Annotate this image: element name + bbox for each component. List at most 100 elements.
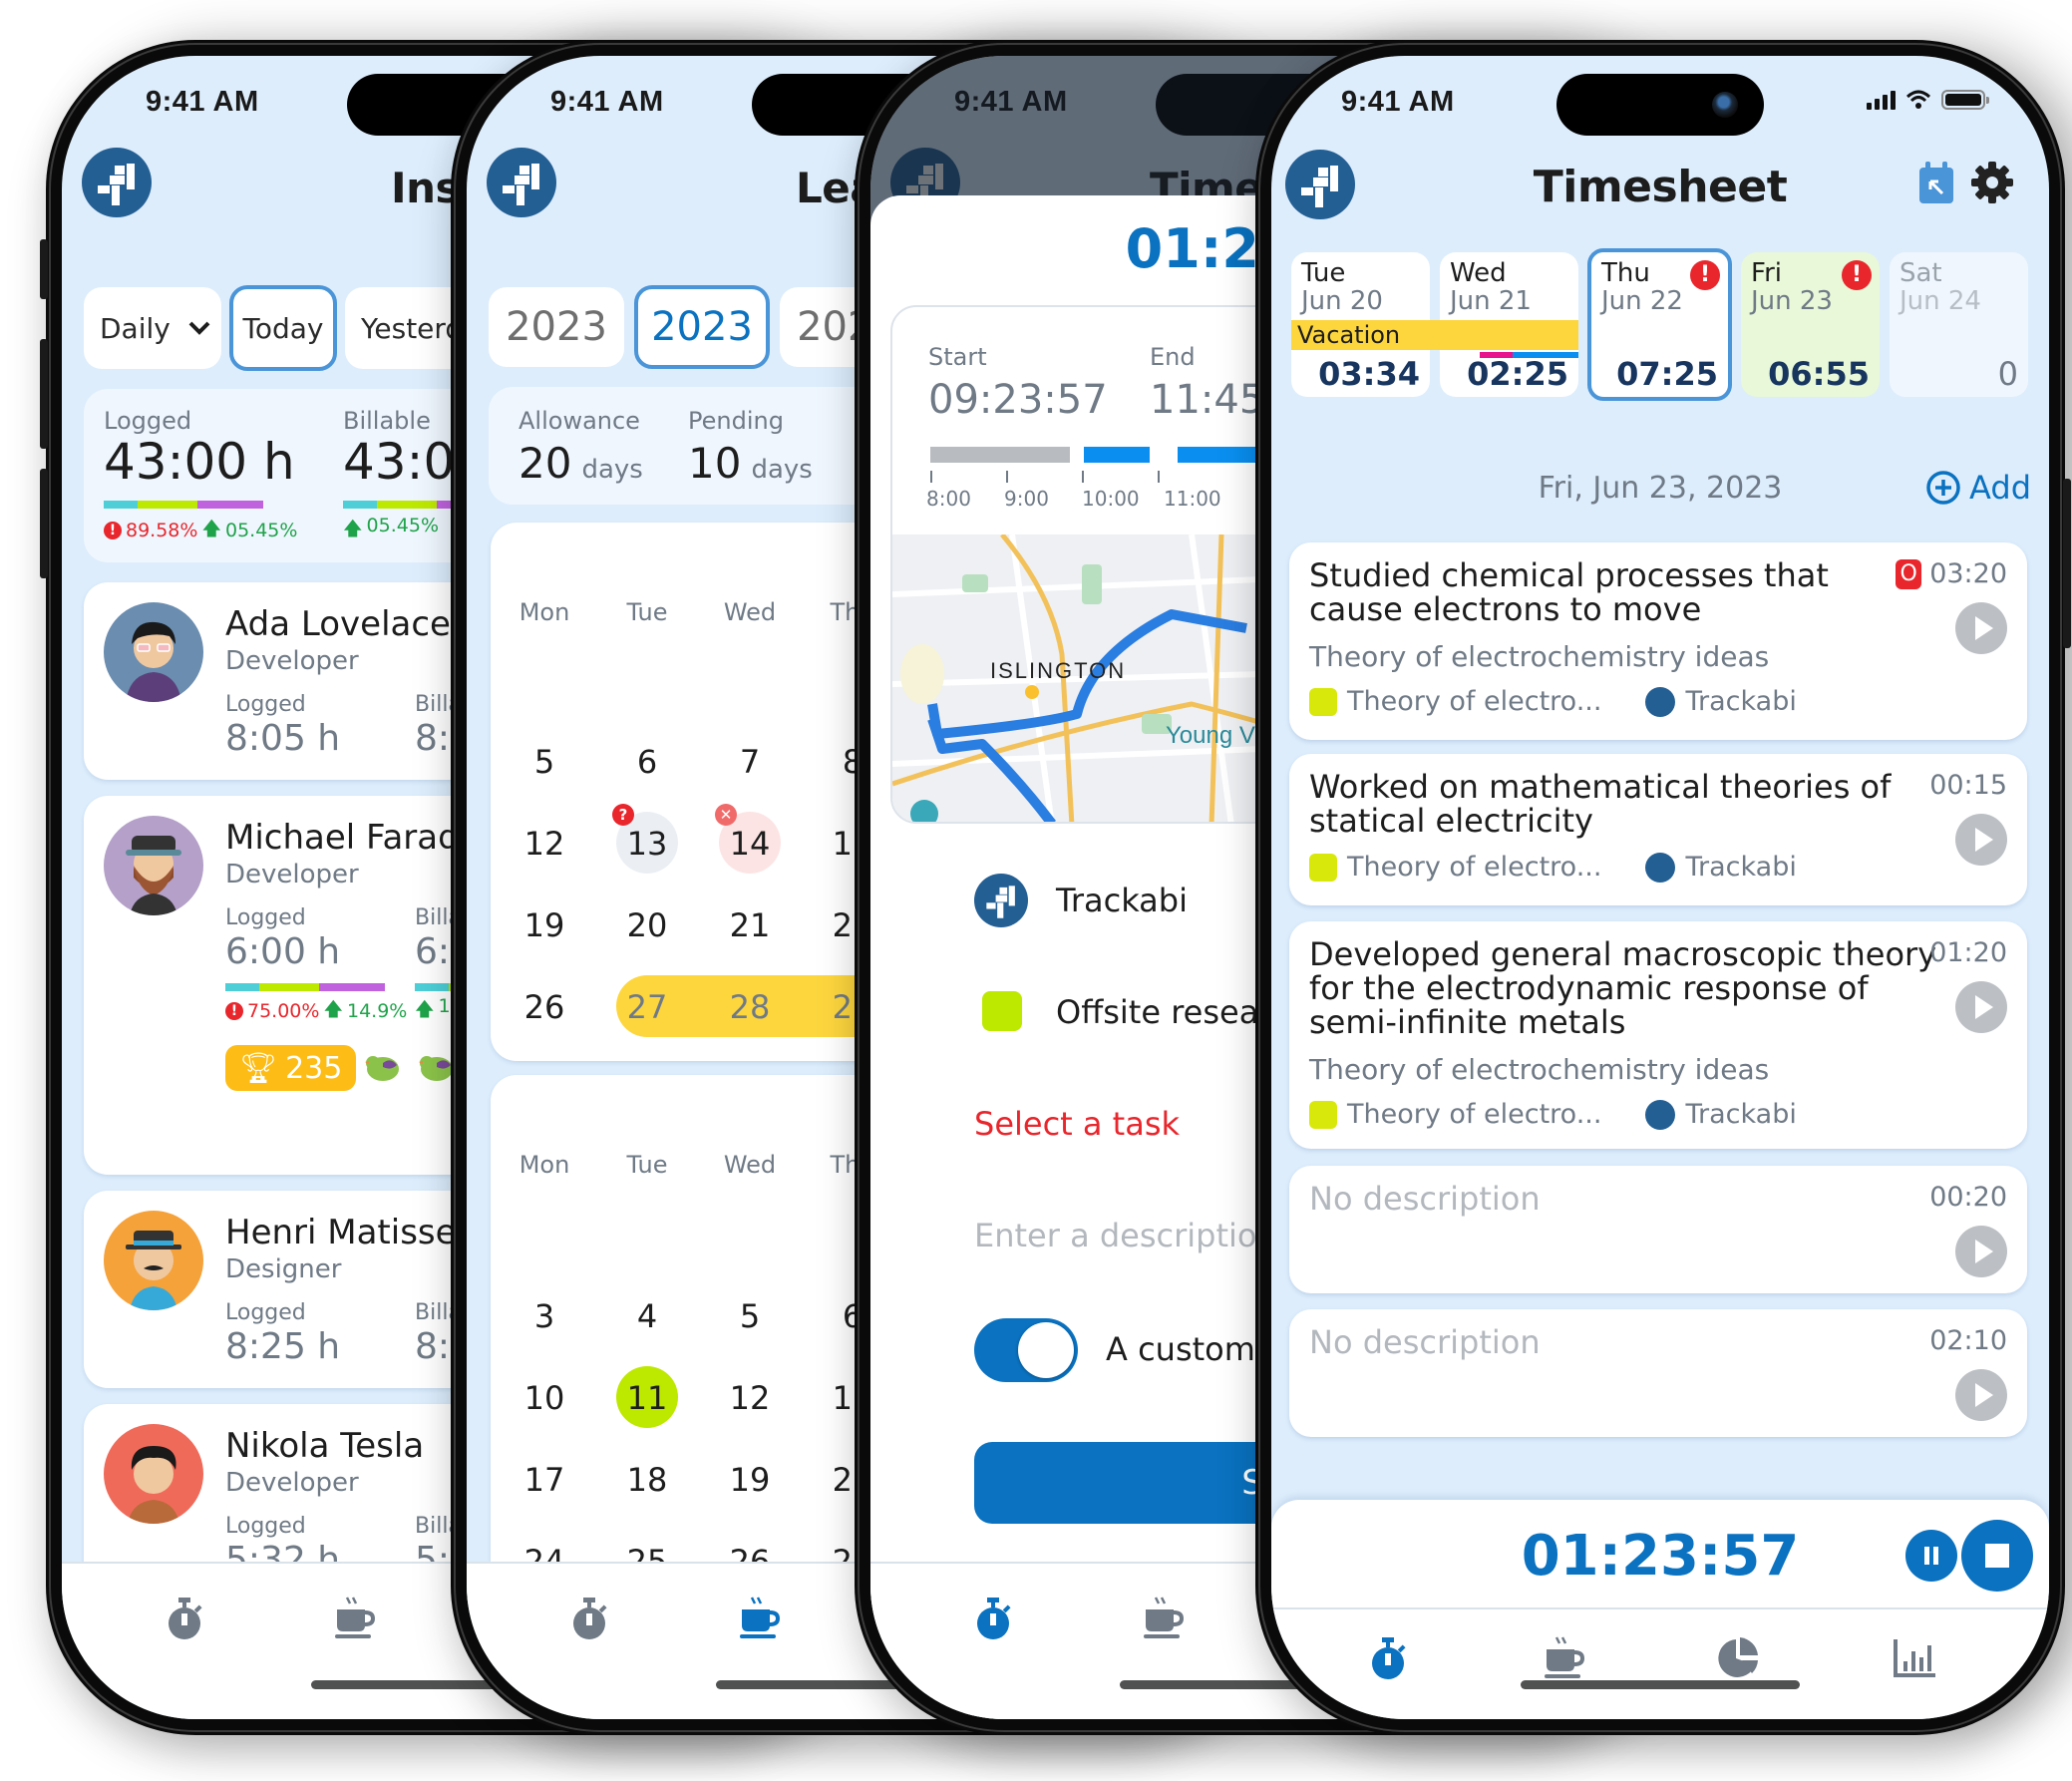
calendar-day[interactable]: 5 xyxy=(710,1284,790,1348)
time-entry[interactable]: No description 00:20 xyxy=(1289,1166,2027,1293)
logged-value: 8:25 h xyxy=(225,1326,341,1367)
calendar-day[interactable]: 3 xyxy=(505,1284,584,1348)
day-card-disabled[interactable]: Sat Jun 24 0 xyxy=(1890,252,2028,397)
timeline-label: 8:00 xyxy=(926,487,971,511)
calendar-day-leave[interactable]: 28 xyxy=(710,975,790,1039)
day-name: Sat xyxy=(1899,258,1942,288)
app-logo[interactable] xyxy=(82,148,152,217)
start-label: Start xyxy=(928,343,987,371)
calendar-day[interactable]: 10 xyxy=(505,1366,584,1430)
entry-description: Developed general macroscopic theory for… xyxy=(1309,935,1937,1041)
stopwatch-icon[interactable] xyxy=(162,1596,207,1641)
allowance: 20 days xyxy=(518,439,643,488)
question-badge-icon: ? xyxy=(612,804,634,826)
coffee-icon[interactable] xyxy=(1140,1596,1186,1641)
entry-duration-value: 00:20 xyxy=(1929,1182,2007,1213)
day-name: Thu xyxy=(1601,258,1650,288)
day-card-selected[interactable]: Thu Jun 22 ! 07:25 xyxy=(1587,248,1732,401)
timeline-tick xyxy=(930,471,932,483)
app-logo[interactable] xyxy=(487,148,556,217)
calendar-day[interactable]: 19 xyxy=(505,893,584,957)
project-color-icon xyxy=(1309,853,1337,882)
time-entry[interactable]: Developed general macroscopic theory for… xyxy=(1289,921,2027,1149)
time-entry[interactable]: Studied chemical processes that cause el… xyxy=(1289,542,2027,740)
custom-field-toggle[interactable] xyxy=(974,1318,1078,1382)
play-button[interactable] xyxy=(1955,1369,2007,1421)
coffee-icon[interactable] xyxy=(331,1596,377,1641)
running-timer-bar: 01:23:57 xyxy=(1271,1500,2049,1613)
play-button[interactable] xyxy=(1955,814,2007,866)
calendar-day[interactable]: 5 xyxy=(505,730,584,794)
entry-meta: Theory of electro... Trackabi xyxy=(1309,1099,1797,1130)
timeline-tick xyxy=(1082,471,1084,483)
calendar-today-icon[interactable] xyxy=(1917,160,1955,205)
calendar-day[interactable]: 26 xyxy=(505,975,584,1039)
logged-alert: 75.00% xyxy=(247,1000,320,1022)
calendar-day[interactable]: 17 xyxy=(505,1448,584,1512)
logged-label: Logged xyxy=(225,692,306,717)
logged-label: Logged xyxy=(104,407,192,435)
rejected-badge-icon: ✕ xyxy=(715,804,737,826)
stopwatch-icon[interactable] xyxy=(1365,1635,1411,1681)
avatar xyxy=(104,1424,203,1524)
weekday-label: Tue xyxy=(626,1151,668,1179)
billable-stats: 🡅 05.45% xyxy=(343,515,439,546)
logged-breakdown-bar xyxy=(225,983,385,991)
coffee-icon[interactable] xyxy=(1541,1635,1586,1681)
timeline-tick xyxy=(1158,471,1160,483)
timeline-label: 11:00 xyxy=(1164,487,1221,511)
calendar-day[interactable]: 21 xyxy=(710,893,790,957)
stopwatch-icon[interactable] xyxy=(566,1596,612,1641)
play-button[interactable] xyxy=(1955,981,2007,1033)
play-button[interactable] xyxy=(1955,1226,2007,1277)
bar-chart-icon[interactable] xyxy=(1892,1635,1937,1681)
trophy-badge[interactable]: 🏆︎ 235 xyxy=(225,1045,357,1091)
play-button[interactable] xyxy=(1955,602,2007,654)
task-select[interactable]: Select a task xyxy=(974,1105,1180,1143)
year-tab-selected[interactable]: 2023 xyxy=(634,285,770,369)
add-entry-button[interactable]: Add xyxy=(1925,469,2031,507)
entry-duration-value: 00:15 xyxy=(1929,770,2007,801)
logged-label: Logged xyxy=(225,905,306,930)
warning-icon: ! xyxy=(1690,260,1720,290)
start-time[interactable]: 09:23:57 xyxy=(928,377,1108,423)
calendar-day[interactable]: 20 xyxy=(607,893,687,957)
calendar-day[interactable]: 12 xyxy=(710,1366,790,1430)
year-tab[interactable]: 2023 xyxy=(489,287,624,367)
pending-unit: days xyxy=(751,455,813,485)
time-entry[interactable]: No description 02:10 xyxy=(1289,1309,2027,1437)
entry-duration-value: 01:20 xyxy=(1929,937,2007,968)
overtime-badge-icon: O xyxy=(1896,558,1922,589)
stop-button[interactable] xyxy=(1961,1520,2033,1592)
day-card-highlight[interactable]: Fri Jun 23 ! 06:55 xyxy=(1741,252,1880,397)
calendar-day[interactable]: 4 xyxy=(607,1284,687,1348)
time-entry[interactable]: Worked on mathematical theories of stati… xyxy=(1289,754,2027,905)
timeline-past-segment xyxy=(930,447,1070,463)
bird-badge-icon xyxy=(365,1056,399,1081)
stopwatch-icon[interactable] xyxy=(970,1596,1016,1641)
calendar-day[interactable]: 18 xyxy=(607,1448,687,1512)
toggle-knob xyxy=(1018,1322,1074,1378)
description-input[interactable]: Enter a description xyxy=(974,1217,1277,1254)
weekday-label: Tue xyxy=(626,598,668,626)
vacation-bar[interactable]: Vacation xyxy=(1291,320,1578,350)
entry-meta: Theory of electro... Trackabi xyxy=(1309,852,1797,883)
calendar-day[interactable]: 6 xyxy=(607,730,687,794)
period-dropdown[interactable]: Daily xyxy=(84,287,221,369)
coffee-icon[interactable] xyxy=(736,1596,782,1641)
add-label: Add xyxy=(1969,469,2031,507)
calendar-day[interactable]: 7 xyxy=(710,730,790,794)
pie-chart-icon[interactable] xyxy=(1716,1635,1762,1681)
status-time: 9:41 AM xyxy=(1341,86,1455,118)
status-icons xyxy=(1867,90,1989,110)
gear-icon[interactable] xyxy=(1969,160,2015,205)
tab-today[interactable]: Today xyxy=(229,285,337,371)
calendar-day-leave[interactable]: 27 xyxy=(607,975,687,1039)
calendar-day[interactable]: 12 xyxy=(505,812,584,876)
add-circle-icon xyxy=(1926,471,1960,505)
calendar-day-today[interactable]: 11 xyxy=(607,1366,687,1430)
pause-button[interactable] xyxy=(1905,1530,1957,1582)
calendar-day[interactable]: 19 xyxy=(710,1448,790,1512)
client-select[interactable]: Trackabi xyxy=(1056,882,1188,919)
phone-timesheet: 9:41 AM Timesheet Tue Jun 20 03:34 Wed J… xyxy=(1255,40,2071,1735)
